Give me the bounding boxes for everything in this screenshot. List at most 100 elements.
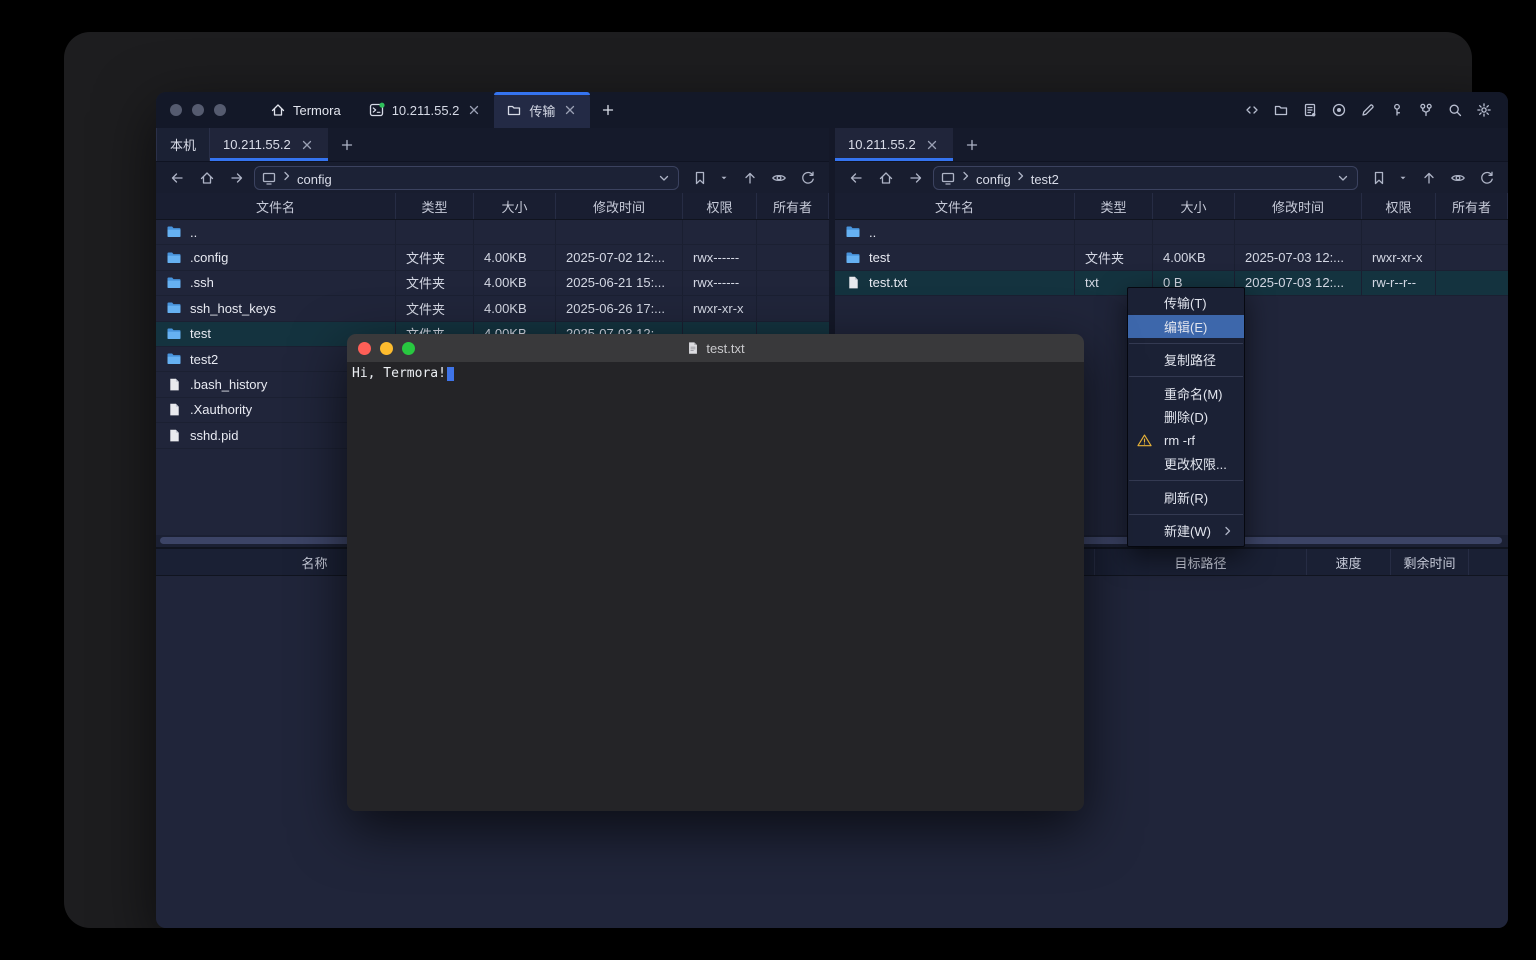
log-icon[interactable] bbox=[1302, 102, 1318, 118]
window-minimize-button[interactable] bbox=[192, 104, 204, 116]
editor-window-controls[interactable] bbox=[347, 342, 415, 355]
chevron-down-icon[interactable] bbox=[1335, 170, 1351, 186]
editor-close-button[interactable] bbox=[358, 342, 371, 355]
column-header-type[interactable]: 类型 bbox=[396, 193, 474, 219]
tab-local[interactable]: 本机 bbox=[156, 128, 210, 161]
add-connection-button[interactable] bbox=[328, 128, 366, 161]
show-hidden-icon[interactable] bbox=[766, 170, 792, 186]
column-header-perm[interactable]: 权限 bbox=[683, 193, 757, 219]
menu-item[interactable]: 传输(T) bbox=[1128, 291, 1244, 315]
bookmark-caret-icon[interactable] bbox=[1393, 173, 1413, 183]
breadcrumb-segment[interactable]: config bbox=[974, 172, 1013, 187]
right-panel-tabs: 10.211.55.2 bbox=[835, 128, 1508, 162]
bookmark-caret-icon[interactable] bbox=[714, 173, 734, 183]
tab-remote-left[interactable]: 10.211.55.2 bbox=[210, 128, 328, 161]
column-header-mtime[interactable]: 修改时间 bbox=[1235, 193, 1362, 219]
tab-remote-right[interactable]: 10.211.55.2 bbox=[835, 128, 953, 161]
column-header-type[interactable]: 类型 bbox=[1075, 193, 1153, 219]
menu-item[interactable]: 编辑(E) bbox=[1128, 315, 1244, 339]
column-header-owner[interactable]: 所有者 bbox=[1436, 193, 1508, 219]
refresh-icon[interactable] bbox=[795, 170, 821, 186]
settings-icon[interactable] bbox=[1476, 102, 1492, 118]
menu-item[interactable]: 更改权限... bbox=[1128, 452, 1244, 476]
left-path-input[interactable]: config bbox=[254, 166, 679, 190]
forward-icon[interactable] bbox=[903, 170, 929, 186]
table-row[interactable]: .ssh 文件夹 4.00KB 2025-06-21 15:... rwx---… bbox=[156, 271, 829, 296]
search-icon[interactable] bbox=[1447, 102, 1463, 118]
transfer-column-remaining[interactable]: 剩余时间 bbox=[1391, 549, 1469, 575]
close-icon[interactable] bbox=[924, 137, 940, 153]
breadcrumb-segment[interactable]: test2 bbox=[1029, 172, 1061, 187]
column-header-size[interactable]: 大小 bbox=[1153, 193, 1235, 219]
app-title: Termora bbox=[293, 103, 341, 118]
transfer-column-speed[interactable]: 速度 bbox=[1307, 549, 1391, 575]
column-header-mtime[interactable]: 修改时间 bbox=[556, 193, 683, 219]
editor-zoom-button[interactable] bbox=[402, 342, 415, 355]
menu-item[interactable]: 刷新(R) bbox=[1128, 486, 1244, 510]
folder-outline-icon bbox=[506, 102, 522, 118]
menu-item[interactable]: rm -rf bbox=[1128, 429, 1244, 453]
breadcrumb-segment[interactable]: config bbox=[295, 172, 334, 187]
column-header-size[interactable]: 大小 bbox=[474, 193, 556, 219]
edit-icon[interactable] bbox=[1360, 102, 1376, 118]
folder-icon bbox=[845, 224, 861, 240]
add-connection-button[interactable] bbox=[953, 128, 991, 161]
new-tab-button[interactable] bbox=[590, 92, 626, 128]
home-icon[interactable] bbox=[194, 170, 220, 186]
table-row[interactable]: .config 文件夹 4.00KB 2025-07-02 12:... rwx… bbox=[156, 245, 829, 270]
keychain-icon[interactable] bbox=[1418, 102, 1434, 118]
table-row[interactable]: ssh_host_keys 文件夹 4.00KB 2025-06-26 17:.… bbox=[156, 296, 829, 321]
bookmark-icon[interactable] bbox=[687, 170, 713, 186]
menu-item[interactable]: 复制路径 bbox=[1128, 348, 1244, 372]
menu-item-label: 新建(W) bbox=[1164, 521, 1211, 540]
chevron-down-icon[interactable] bbox=[656, 170, 672, 186]
table-row[interactable]: .. bbox=[835, 220, 1508, 245]
editor-content[interactable]: Hi, Termora! bbox=[347, 362, 1084, 811]
window-controls[interactable] bbox=[156, 92, 240, 128]
upload-icon[interactable] bbox=[737, 170, 763, 186]
menu-item[interactable]: 删除(D) bbox=[1128, 405, 1244, 429]
window-close-button[interactable] bbox=[170, 104, 182, 116]
desktop-backdrop: Termora 10.211.55.2 传输 本机 bbox=[64, 32, 1472, 928]
tab-ssh-session[interactable]: 10.211.55.2 bbox=[357, 92, 495, 128]
tab-label: 10.211.55.2 bbox=[392, 103, 460, 118]
terminal-icon bbox=[369, 102, 385, 118]
home-icon[interactable] bbox=[873, 170, 899, 186]
upload-icon[interactable] bbox=[1416, 170, 1442, 186]
folder-icon[interactable] bbox=[1273, 102, 1289, 118]
key-icon[interactable] bbox=[1389, 102, 1405, 118]
left-table-header: 文件名 类型 大小 修改时间 权限 所有者 bbox=[156, 193, 829, 220]
table-row[interactable]: .. bbox=[156, 220, 829, 245]
table-row[interactable]: test 文件夹 4.00KB 2025-07-03 12:... rwxr-x… bbox=[835, 245, 1508, 270]
folder-icon bbox=[166, 250, 182, 266]
column-header-owner[interactable]: 所有者 bbox=[757, 193, 829, 219]
menu-separator bbox=[1129, 514, 1243, 515]
close-icon[interactable] bbox=[299, 137, 315, 153]
tab-home[interactable]: Termora bbox=[254, 92, 357, 128]
editor-titlebar: test.txt bbox=[347, 334, 1084, 362]
chevron-right-icon bbox=[958, 168, 974, 184]
right-path-input[interactable]: config test2 bbox=[933, 166, 1358, 190]
column-header-perm[interactable]: 权限 bbox=[1362, 193, 1436, 219]
column-header-name[interactable]: 文件名 bbox=[156, 193, 396, 219]
close-icon[interactable] bbox=[562, 102, 578, 118]
refresh-icon[interactable] bbox=[1474, 170, 1500, 186]
folder-icon bbox=[166, 351, 182, 367]
right-path-bar: config test2 bbox=[835, 162, 1508, 193]
menu-item[interactable]: 重命名(M) bbox=[1128, 382, 1244, 406]
back-icon[interactable] bbox=[843, 170, 869, 186]
bookmark-icon[interactable] bbox=[1366, 170, 1392, 186]
show-hidden-icon[interactable] bbox=[1445, 170, 1471, 186]
window-zoom-button[interactable] bbox=[214, 104, 226, 116]
editor-title: test.txt bbox=[347, 341, 1084, 356]
record-icon[interactable] bbox=[1331, 102, 1347, 118]
tab-transfer[interactable]: 传输 bbox=[494, 92, 590, 128]
menu-item[interactable]: 新建(W) bbox=[1128, 519, 1244, 543]
code-icon[interactable] bbox=[1244, 102, 1260, 118]
close-icon[interactable] bbox=[466, 102, 482, 118]
transfer-column-target[interactable]: 目标路径 bbox=[1094, 549, 1307, 575]
forward-icon[interactable] bbox=[224, 170, 250, 186]
back-icon[interactable] bbox=[164, 170, 190, 186]
column-header-name[interactable]: 文件名 bbox=[835, 193, 1075, 219]
editor-minimize-button[interactable] bbox=[380, 342, 393, 355]
